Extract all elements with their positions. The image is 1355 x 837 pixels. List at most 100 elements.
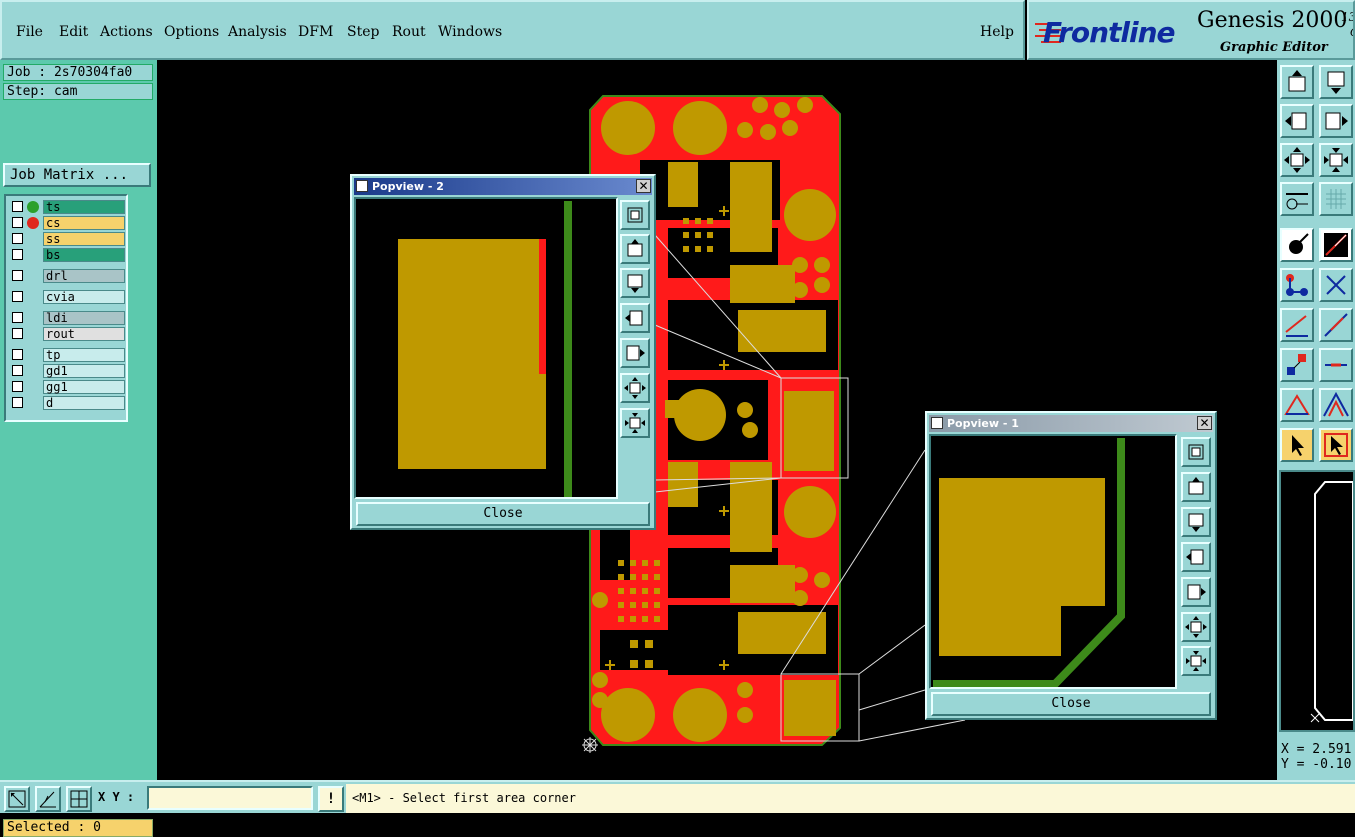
pan-up-button[interactable] bbox=[1181, 472, 1211, 502]
layer-row-ldi[interactable]: ldi bbox=[8, 311, 126, 325]
pan-up-icon[interactable] bbox=[1280, 65, 1314, 99]
layer-name[interactable]: gg1 bbox=[43, 380, 125, 394]
layer-row-cvia[interactable]: cvia bbox=[8, 290, 126, 304]
layer-name[interactable]: cvia bbox=[43, 290, 125, 304]
popview-1-window[interactable]: Popview - 1 ✕ Close bbox=[925, 411, 1217, 720]
zoom-out-button[interactable] bbox=[1181, 646, 1211, 676]
xy-input[interactable] bbox=[147, 786, 313, 810]
layer-name[interactable]: ts bbox=[43, 200, 125, 214]
overview-map[interactable] bbox=[1279, 470, 1355, 732]
layer-row-ss[interactable]: ss bbox=[8, 232, 126, 246]
triangle-tool-icon[interactable] bbox=[1280, 388, 1314, 422]
popview-1-close-button[interactable]: Close bbox=[931, 692, 1211, 716]
menu-edit[interactable]: Edit bbox=[59, 24, 88, 40]
zoom-fit-button[interactable] bbox=[620, 200, 650, 230]
popview-1-titlebar[interactable]: Popview - 1 ✕ bbox=[929, 415, 1213, 432]
grid-icon[interactable] bbox=[1319, 182, 1353, 216]
menu-file[interactable]: File bbox=[16, 24, 43, 40]
layer-checkbox[interactable] bbox=[12, 349, 23, 360]
layer-checkbox[interactable] bbox=[12, 217, 23, 228]
layer-row-ts[interactable]: ts bbox=[8, 200, 126, 214]
area-select-arrow-icon[interactable] bbox=[1319, 428, 1353, 462]
layer-row-drl[interactable]: drl bbox=[8, 269, 126, 283]
layer-checkbox[interactable] bbox=[12, 270, 23, 281]
layer-name[interactable]: ldi bbox=[43, 311, 125, 325]
layer-name[interactable]: cs bbox=[43, 216, 125, 230]
layer-row-cs[interactable]: cs bbox=[8, 216, 126, 230]
select-arrow-icon[interactable] bbox=[1280, 428, 1314, 462]
zoom-in-button[interactable] bbox=[620, 373, 650, 403]
pan-left-button[interactable] bbox=[620, 303, 650, 333]
pan-left-button[interactable] bbox=[1181, 542, 1211, 572]
angle-tool-icon[interactable] bbox=[1280, 308, 1314, 342]
snap-tool-icon[interactable] bbox=[1280, 182, 1314, 216]
move-tool-icon[interactable] bbox=[1280, 348, 1314, 382]
menu-step[interactable]: Step bbox=[347, 24, 379, 40]
layer-color-dot[interactable] bbox=[27, 217, 39, 229]
pan-left-icon[interactable] bbox=[1280, 104, 1314, 138]
layer-row-rout[interactable]: rout bbox=[8, 327, 126, 341]
pan-right-button[interactable] bbox=[620, 338, 650, 368]
layer-checkbox[interactable] bbox=[12, 328, 23, 339]
close-icon[interactable]: ✕ bbox=[636, 179, 651, 193]
popview-2-window[interactable]: Popview - 2 ✕ Close bbox=[350, 174, 656, 530]
zoom-in-button[interactable] bbox=[1181, 612, 1211, 642]
measure-icon[interactable] bbox=[4, 786, 30, 812]
pad-tool-icon[interactable] bbox=[1280, 228, 1314, 262]
layer-row-gd1[interactable]: gd1 bbox=[8, 364, 126, 378]
pan-right-button[interactable] bbox=[1181, 577, 1211, 607]
zoom-out-icon[interactable] bbox=[1319, 143, 1353, 177]
y-coordinate: Y = -0.10 bbox=[1281, 757, 1352, 772]
peak-tool-icon[interactable] bbox=[1319, 388, 1353, 422]
layer-name[interactable]: ss bbox=[43, 232, 125, 246]
menu-windows[interactable]: Windows bbox=[438, 24, 502, 40]
layer-checkbox[interactable] bbox=[12, 365, 23, 376]
menu-options[interactable]: Options bbox=[164, 24, 219, 40]
zoom-fit-button[interactable] bbox=[1181, 437, 1211, 467]
layer-name[interactable]: drl bbox=[43, 269, 125, 283]
cross-tool-icon[interactable] bbox=[1319, 268, 1353, 302]
slash-tool-icon[interactable] bbox=[1319, 308, 1353, 342]
layer-checkbox[interactable] bbox=[12, 233, 23, 244]
layer-row-d[interactable]: d bbox=[8, 396, 126, 410]
layer-checkbox[interactable] bbox=[12, 381, 23, 392]
layer-row-bs[interactable]: bs bbox=[8, 248, 126, 262]
menu-actions[interactable]: Actions bbox=[100, 24, 153, 40]
layer-checkbox[interactable] bbox=[12, 291, 23, 302]
pan-right-icon[interactable] bbox=[1319, 104, 1353, 138]
layer-row-tp[interactable]: tp bbox=[8, 348, 126, 362]
layer-color-dot[interactable] bbox=[27, 201, 39, 213]
pan-up-button[interactable] bbox=[620, 234, 650, 264]
menu-dfm[interactable]: DFM bbox=[298, 24, 333, 40]
pan-down-icon[interactable] bbox=[1319, 65, 1353, 99]
layer-checkbox[interactable] bbox=[12, 312, 23, 323]
line-tool-icon[interactable] bbox=[1319, 228, 1353, 262]
pan-down-button[interactable] bbox=[620, 268, 650, 298]
pan-down-button[interactable] bbox=[1181, 507, 1211, 537]
layer-name[interactable]: d bbox=[43, 396, 125, 410]
layer-name[interactable]: gd1 bbox=[43, 364, 125, 378]
menu-analysis[interactable]: Analysis bbox=[228, 24, 287, 40]
job-matrix-button[interactable]: Job Matrix ... bbox=[3, 163, 151, 187]
grid-snap-icon[interactable] bbox=[66, 786, 92, 812]
zoom-in-icon[interactable] bbox=[1280, 143, 1314, 177]
angle-measure-icon[interactable] bbox=[35, 786, 61, 812]
popview-2-close-button[interactable]: Close bbox=[356, 502, 650, 526]
close-icon[interactable]: ✕ bbox=[1197, 416, 1212, 430]
alert-button[interactable]: ! bbox=[318, 786, 344, 812]
layer-row-gg1[interactable]: gg1 bbox=[8, 380, 126, 394]
layer-name[interactable]: bs bbox=[43, 248, 125, 262]
node-tool-icon[interactable] bbox=[1280, 268, 1314, 302]
minus-tool-icon[interactable] bbox=[1319, 348, 1353, 382]
layer-checkbox[interactable] bbox=[12, 201, 23, 212]
popview-2-view[interactable] bbox=[354, 197, 618, 499]
zoom-out-button[interactable] bbox=[620, 408, 650, 438]
layer-checkbox[interactable] bbox=[12, 397, 23, 408]
layer-name[interactable]: tp bbox=[43, 348, 125, 362]
popview-2-titlebar[interactable]: Popview - 2 ✕ bbox=[354, 178, 652, 195]
popview-1-view[interactable] bbox=[929, 434, 1177, 689]
menu-help[interactable]: Help bbox=[980, 24, 1014, 40]
layer-checkbox[interactable] bbox=[12, 249, 23, 260]
layer-name[interactable]: rout bbox=[43, 327, 125, 341]
menu-rout[interactable]: Rout bbox=[392, 24, 426, 40]
